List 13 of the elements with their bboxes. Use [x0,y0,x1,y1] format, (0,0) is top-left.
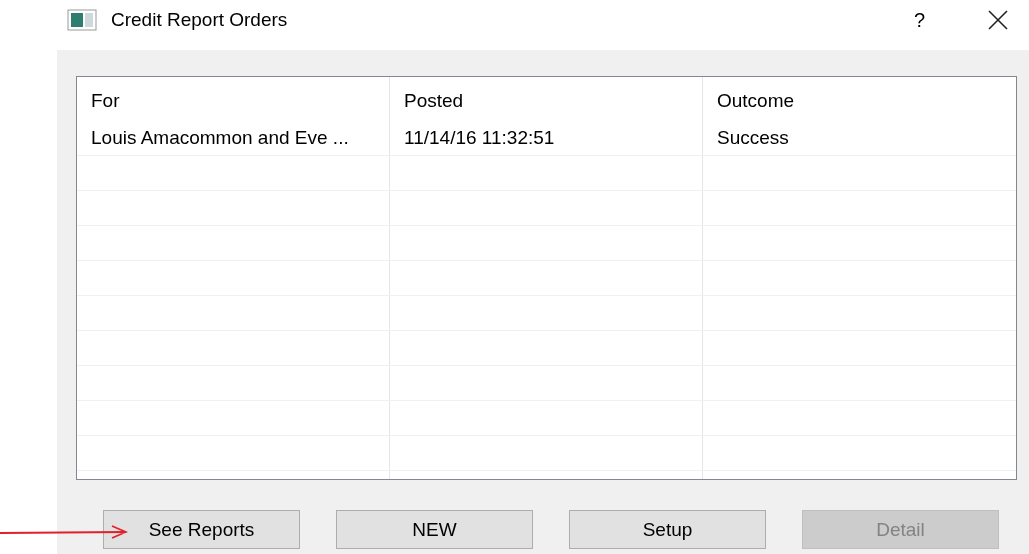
close-icon[interactable] [987,9,1009,31]
help-button[interactable]: ? [913,8,925,32]
column-header[interactable]: For [77,77,390,121]
table-cell: 11/14/16 11:32:51 [390,121,703,155]
column-header[interactable]: Posted [390,77,703,121]
window-title: Credit Report Orders [111,9,289,31]
table-cell: Louis Amacommon and Eve ... [77,121,390,155]
dialog-button[interactable]: See Reports [103,510,300,549]
column-header[interactable]: Outcome [703,77,1016,121]
dialog-button[interactable]: Setup [569,510,766,549]
table-cell-text: Success [716,126,790,150]
dialog-button[interactable]: NEW [336,510,533,549]
app-icon [67,9,97,31]
